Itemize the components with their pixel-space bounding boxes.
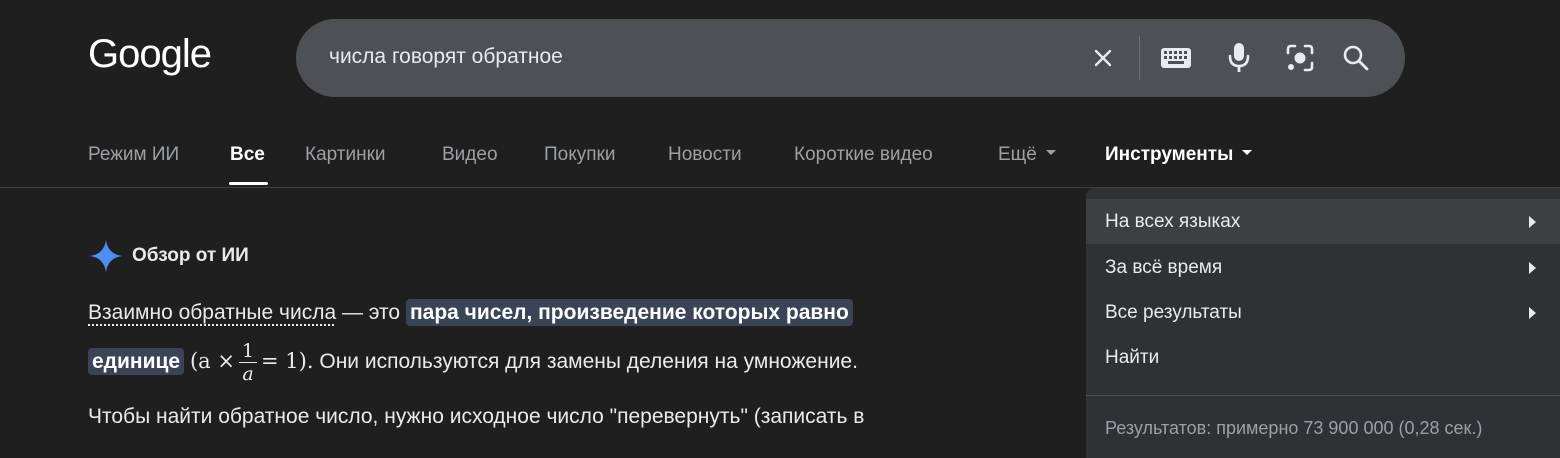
- menu-item-time[interactable]: За всё время: [1086, 245, 1560, 290]
- tab-images[interactable]: Картинки: [305, 144, 386, 166]
- menu-item-label: Все результаты: [1105, 302, 1242, 323]
- lens-icon[interactable]: [1282, 40, 1318, 76]
- highlighted-unity: единице: [88, 348, 185, 376]
- tab-tools[interactable]: Инструменты: [1105, 144, 1253, 166]
- search-icon[interactable]: [1338, 40, 1374, 76]
- chevron-right-icon: [1529, 262, 1536, 274]
- tab-more-label: Ещё: [998, 144, 1037, 165]
- tab-more[interactable]: Ещё: [998, 144, 1056, 166]
- sparkle-icon: [90, 240, 122, 272]
- menu-divider: [1086, 395, 1560, 396]
- tab-ai-mode[interactable]: Режим ИИ: [88, 144, 179, 166]
- google-logo[interactable]: Google: [88, 30, 212, 78]
- ai-overview-title: Обзор от ИИ: [132, 245, 249, 266]
- line1-text: — это: [336, 301, 406, 324]
- line2-text: Они используются для замены деления на у…: [313, 350, 858, 374]
- chevron-down-icon: [1045, 150, 1056, 156]
- highlighted-definition: пара чисел, произведение которых равно: [405, 299, 853, 326]
- chevron-right-icon: [1529, 216, 1536, 228]
- menu-item-find[interactable]: Найти: [1086, 335, 1560, 380]
- formula-open: (a ×: [189, 349, 235, 374]
- menu-item-label: За всё время: [1105, 257, 1223, 278]
- result-stats: Результатов: примерно 73 900 000 (0,28 с…: [1105, 418, 1483, 438]
- ai-overview-line-3: Чтобы найти обратное число, нужно исходн…: [88, 405, 988, 429]
- keyboard-icon[interactable]: [1158, 40, 1194, 76]
- close-icon[interactable]: [1085, 40, 1121, 76]
- formula-close: = 1).: [261, 349, 314, 374]
- tab-videos[interactable]: Видео: [442, 144, 498, 166]
- menu-item-label: Найти: [1105, 347, 1160, 368]
- tab-short-videos[interactable]: Короткие видео: [794, 144, 933, 166]
- line3-text: Чтобы найти обратное число, нужно исходн…: [88, 405, 865, 428]
- fraction: 1a: [238, 340, 258, 385]
- searchbox-divider: [1139, 36, 1140, 80]
- fraction-denominator: a: [242, 363, 254, 385]
- tab-shopping[interactable]: Покупки: [544, 144, 615, 166]
- tab-news[interactable]: Новости: [668, 144, 742, 166]
- search-tabs: Режим ИИ Все Картинки Видео Покупки Ново…: [0, 130, 1560, 188]
- menu-item-label: На всех языках: [1105, 211, 1241, 232]
- ai-overview-line-1: Взаимно обратные числа — это пара чисел,…: [88, 299, 988, 326]
- ai-overview-header: Обзор от ИИ: [88, 238, 249, 274]
- reciprocal-numbers-link[interactable]: Взаимно обратные числа: [88, 301, 336, 324]
- search-input[interactable]: числа говорят обратное: [329, 45, 563, 69]
- chevron-right-icon: [1529, 307, 1536, 319]
- ai-overview-line-2: единице (a × 1 a = 1). Они используются для…: [88, 340, 988, 385]
- active-tab-indicator: [229, 182, 268, 185]
- tools-dropdown: На всех языках За всё время Все результа…: [1086, 188, 1560, 458]
- chevron-down-icon: [1242, 150, 1253, 156]
- search-box[interactable]: числа говорят обратное: [296, 19, 1405, 97]
- menu-item-language[interactable]: На всех языках: [1086, 199, 1560, 244]
- microphone-icon[interactable]: [1221, 40, 1257, 76]
- tab-tools-label: Инструменты: [1105, 144, 1234, 165]
- menu-item-results[interactable]: Все результаты: [1086, 290, 1560, 335]
- fraction-numerator: 1: [238, 340, 258, 363]
- tab-all[interactable]: Все: [230, 144, 265, 166]
